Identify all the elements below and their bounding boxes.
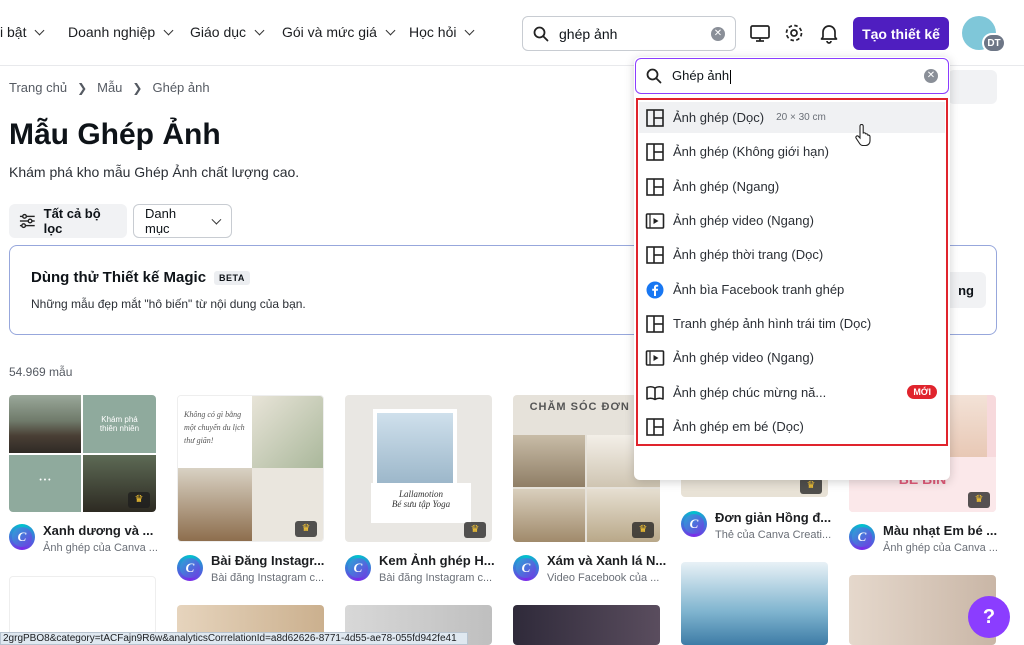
card-title[interactable]: Xám và Xanh lá N... [547,553,666,568]
canva-icon [681,511,707,537]
card-title[interactable]: Xanh dương và ... [43,523,153,538]
desktop-icon[interactable] [749,22,771,44]
canva-icon [345,555,371,581]
canva-icon [9,524,35,550]
card-subtitle: Bài đăng Instagram c... [379,572,493,584]
nav-item-business[interactable]: Doanh nghiệp [68,24,174,40]
search-icon [533,26,549,41]
chevron-down-icon [163,25,174,35]
help-button[interactable]: ? [968,596,1010,638]
search-icon [646,68,662,84]
magic-title: Dùng thử Thiết kế Magic [31,269,207,286]
magic-description: Những mẫu đẹp mắt "hô biến" từ nội dung … [31,297,306,311]
nav-label: Học hỏi [409,24,457,40]
sliders-icon [19,213,35,229]
breadcrumb-templates[interactable]: Mẫu [97,80,122,95]
thumb-text: Bé sưu tập Yoga [391,499,451,509]
page-title: Mẫu Ghép Ảnh [9,118,221,151]
nav-item-pricing[interactable]: Gói và mức giá [282,24,396,40]
chevron-down-icon [35,25,45,35]
template-count: 54.969 mẫu [9,365,73,379]
breadcrumb-home[interactable]: Trang chủ [9,80,67,95]
avatar[interactable]: DT [962,16,1006,53]
thumb-text: Khám phá [101,415,138,424]
canva-icon [849,524,875,550]
create-design-button[interactable]: Tạo thiết kế [853,17,949,50]
canva-icon [177,555,203,581]
card-title[interactable]: Kem Ảnh ghép H... [379,553,495,568]
thumb-text: Lallamotion [398,489,443,499]
magic-title-row: Dùng thử Thiết kế Magic BETA [31,269,250,286]
page-subtitle: Khám phá kho mẫu Ghép Ảnh chất lượng cao… [9,164,300,180]
top-search-input[interactable]: ghép ảnh ✕ [522,16,736,51]
card-subtitle: Thẻ của Canva Creati... [715,529,832,541]
nav-item-education[interactable]: Giáo dục [190,24,265,40]
chevron-right-icon: ❯ [132,80,143,95]
category-dropdown[interactable]: Danh mục [133,204,232,238]
hidden-control[interactable] [948,70,997,104]
premium-crown-icon: ♛ [464,522,486,538]
thumb-text: Không có gì bằng một chuyến du lịch thư … [178,396,252,466]
card-subtitle: Ảnh ghép của Canva ... [43,542,158,554]
status-bar-url: 2grgPBO8&category=tACFajn9R6w&analyticsC… [0,632,468,645]
highlight-annotation-box [636,98,948,446]
avatar-initials: DT [982,33,1006,53]
chevron-down-icon [385,25,396,35]
dropdown-query: Ghép ảnh [672,68,730,84]
card-title[interactable]: Màu nhạt Em bé ... [883,523,997,538]
template-thumbnail[interactable]: Lallamotion Bé sưu tập Yoga ♛ [345,395,492,542]
chevron-down-icon [254,25,265,35]
template-thumbnail[interactable]: Không có gì bằng một chuyến du lịch thư … [177,395,324,542]
category-label: Danh mục [145,206,177,236]
breadcrumb: Trang chủ ❯ Mẫu ❯ Ghép ảnh [9,80,210,95]
premium-crown-icon: ♛ [128,492,150,508]
card-title[interactable]: Đơn giản Hồng đ... [715,510,831,525]
card-subtitle: Video Facebook của ... [547,572,660,584]
breadcrumb-current: Ghép ảnh [152,80,210,95]
chevron-down-icon [211,214,222,224]
clear-icon[interactable]: ✕ [711,26,725,41]
all-filters-label: Tất cả bộ lọc [43,206,101,236]
nav-label: Doanh nghiệp [68,24,156,40]
hand-cursor-icon [855,124,871,146]
search-value: ghép ảnh [559,25,618,42]
nav-label: i bật [0,24,27,40]
card-title[interactable]: Bài Đăng Instagr... [211,553,324,568]
nav-item-featured[interactable]: i bật [0,24,45,40]
gear-icon[interactable] [783,22,805,44]
premium-crown-icon: ♛ [632,522,654,538]
premium-crown-icon: ♛ [968,492,990,508]
all-filters-button[interactable]: Tất cả bộ lọc [9,204,127,238]
nav-label: Giáo dục [190,24,247,40]
chevron-down-icon [465,25,475,35]
premium-crown-icon: ♛ [295,521,317,537]
text-caret [730,69,732,84]
template-thumbnail[interactable] [513,605,660,645]
clear-icon[interactable]: ✕ [924,69,938,83]
bell-icon[interactable] [818,22,840,44]
card-subtitle: Ảnh ghép của Canva ... [883,542,998,554]
template-thumbnail[interactable]: Khám phá thiên nhiên • • • ♛ [9,395,156,512]
premium-crown-icon: ♛ [800,478,822,494]
template-thumbnail[interactable] [681,562,828,645]
card-subtitle: Bài đăng Instagram c... [211,572,325,584]
chevron-right-icon: ❯ [77,80,88,95]
beta-badge: BETA [214,270,250,285]
canva-icon [513,555,539,581]
thumb-text: thiên nhiên [99,424,140,433]
nav-item-learn[interactable]: Học hỏi [409,24,475,40]
nav-label: Gói và mức giá [282,24,377,40]
dropdown-search-input[interactable]: Ghép ảnh ✕ [635,58,949,94]
